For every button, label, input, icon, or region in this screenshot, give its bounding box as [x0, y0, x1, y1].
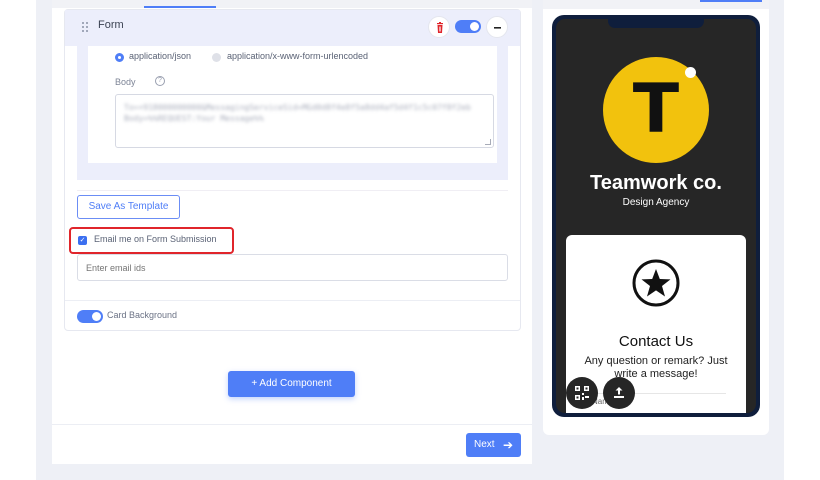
form-settings-panel: application/json application/x-www-form-…: [77, 46, 508, 180]
preview-panel: T Teamwork co. Design Agency Contact Us …: [543, 0, 769, 435]
company-name: Teamwork co.: [590, 172, 722, 194]
editor-panel: Form application/json application/x-www-…: [52, 0, 532, 464]
qr-code-button[interactable]: [566, 377, 598, 409]
active-tab-indicator: [144, 6, 216, 8]
phone-screen: T Teamwork co. Design Agency Contact Us …: [556, 19, 756, 413]
qr-code-icon: [575, 386, 589, 400]
form-title: Form: [98, 19, 124, 31]
tabs-strip: [52, 0, 532, 8]
share-icon: [614, 387, 624, 398]
form-enabled-toggle[interactable]: [455, 20, 481, 33]
collapse-button[interactable]: [486, 16, 508, 38]
preview-tab-indicator: [700, 0, 762, 2]
email-on-submission-checkbox[interactable]: ✓: [78, 236, 87, 245]
email-on-submission-row: ✓ Email me on Form Submission: [69, 227, 234, 254]
contact-description: Any question or remark? Just write a mes…: [584, 355, 728, 380]
arrow-right-icon: ➔: [502, 438, 513, 452]
help-icon[interactable]: ?: [155, 76, 165, 86]
phone-notch: [608, 19, 704, 28]
company-tagline: Design Agency: [622, 197, 690, 208]
form-component-card: Form application/json application/x-www-…: [64, 9, 521, 331]
email-ids-input[interactable]: [77, 254, 508, 281]
drag-handle-icon[interactable]: [81, 21, 89, 33]
radio-urlencoded[interactable]: [212, 53, 221, 62]
contact-title: Contact Us: [618, 333, 694, 350]
body-value: To=+918000000000&MessagingServiceSid=MGd…: [124, 103, 471, 123]
minus-icon: [494, 27, 501, 29]
add-component-button[interactable]: + Add Component: [228, 371, 355, 397]
radio-json[interactable]: [115, 53, 124, 62]
section-divider: [77, 190, 508, 191]
next-label: Next: [474, 439, 495, 450]
next-button[interactable]: Next ➔: [466, 433, 521, 457]
save-as-template-button[interactable]: Save As Template: [77, 195, 180, 219]
card-background-label: Card Background: [107, 310, 178, 320]
body-textarea[interactable]: To=+918000000000&MessagingServiceSid=MGd…: [115, 94, 494, 148]
logo-letter: T: [632, 70, 680, 149]
resize-handle-icon[interactable]: [485, 139, 491, 145]
delete-button[interactable]: [428, 16, 450, 38]
phone-frame: T Teamwork co. Design Agency Contact Us …: [552, 15, 760, 417]
form-header: Form: [65, 10, 520, 46]
form-settings-box: application/json application/x-www-form-…: [88, 46, 497, 163]
body-label: Body: [115, 77, 136, 87]
share-button[interactable]: [603, 377, 635, 409]
card-separator: [65, 300, 520, 301]
footer-separator: [52, 424, 532, 425]
card-background-toggle[interactable]: [77, 310, 103, 323]
logo-dot: [685, 67, 696, 78]
radio-urlencoded-label: application/x-www-form-urlencoded: [227, 51, 369, 61]
star-icon: [632, 259, 680, 307]
radio-json-label: application/json: [129, 51, 192, 61]
email-on-submission-label[interactable]: Email me on Form Submission: [94, 234, 217, 244]
trash-icon: [437, 22, 443, 33]
